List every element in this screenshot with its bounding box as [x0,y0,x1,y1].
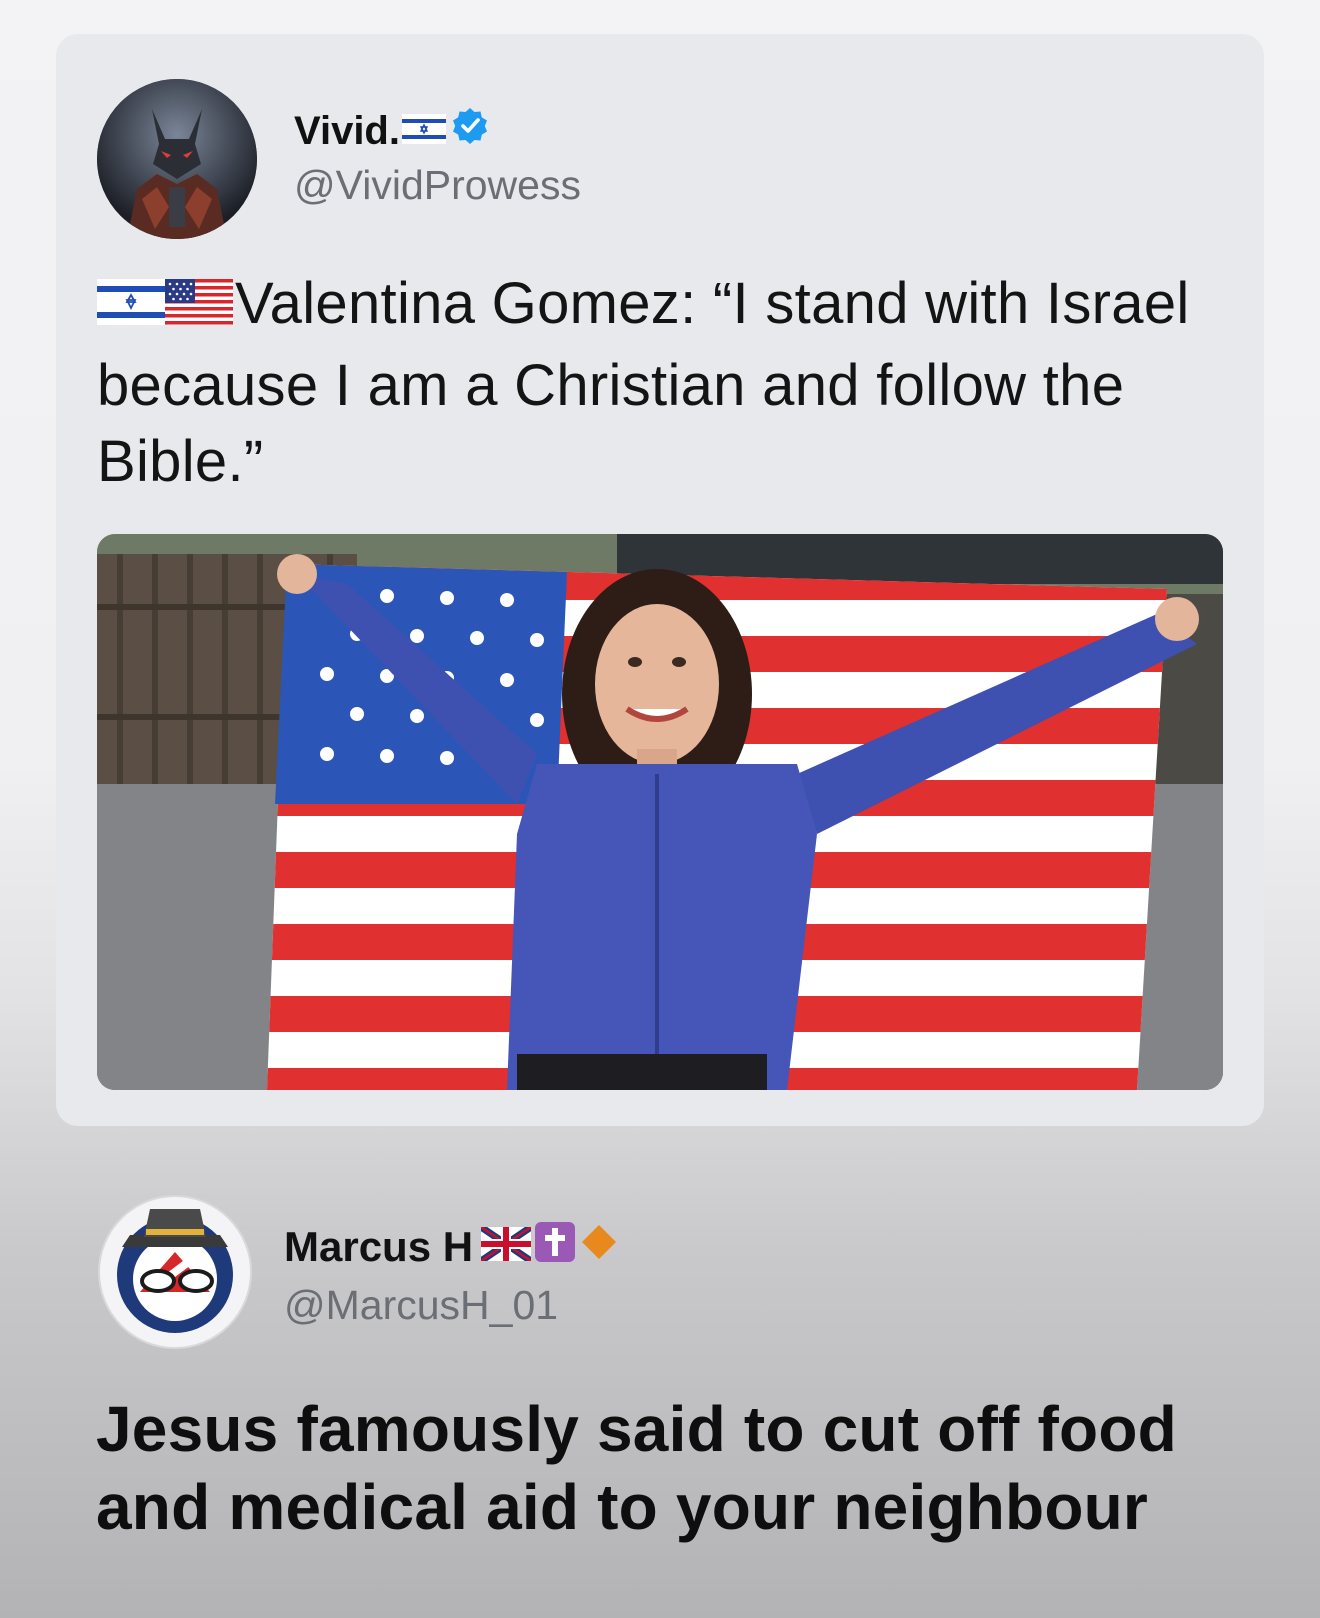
countryball-with-hat-avatar-icon [117,1209,233,1333]
quoted-post-photo[interactable] [97,534,1223,1090]
verified-badge-icon[interactable] [450,106,490,156]
vivid-handle[interactable]: @VividProwess [294,162,581,209]
vivid-display-name[interactable]: Vivid. [294,109,400,154]
israel-flag-icon [401,109,446,154]
vivid-display-name-row[interactable]: Vivid. [294,106,490,156]
latin-cross-icon [535,1222,576,1272]
quoted-post-card[interactable]: Vivid. @VividProwess Valentina Gomez: “I… [56,34,1264,1126]
woman-holding-us-flag-photo-icon [97,534,1223,1090]
orange-diamond-icon [579,1222,619,1272]
quoted-post-text-block: Valentina Gomez: “I stand with Israel be… [97,266,1237,500]
marcus-avatar[interactable] [98,1195,252,1349]
marcus-display-name[interactable]: Marcus H [284,1223,473,1271]
vivid-avatar[interactable] [97,79,257,239]
marcus-display-name-row[interactable]: Marcus H [284,1222,619,1272]
quoted-post-text: Valentina Gomez: “I stand with Israel be… [97,271,1190,494]
reply-post-text: Jesus famously said to cut off food and … [96,1393,1177,1543]
armored-wolf-avatar-icon [97,79,257,239]
israel-and-us-flags-icon [97,279,233,325]
uk-flag-icon [479,1223,534,1271]
marcus-handle[interactable]: @MarcusH_01 [284,1282,558,1329]
text-prefix-flags [97,272,233,348]
